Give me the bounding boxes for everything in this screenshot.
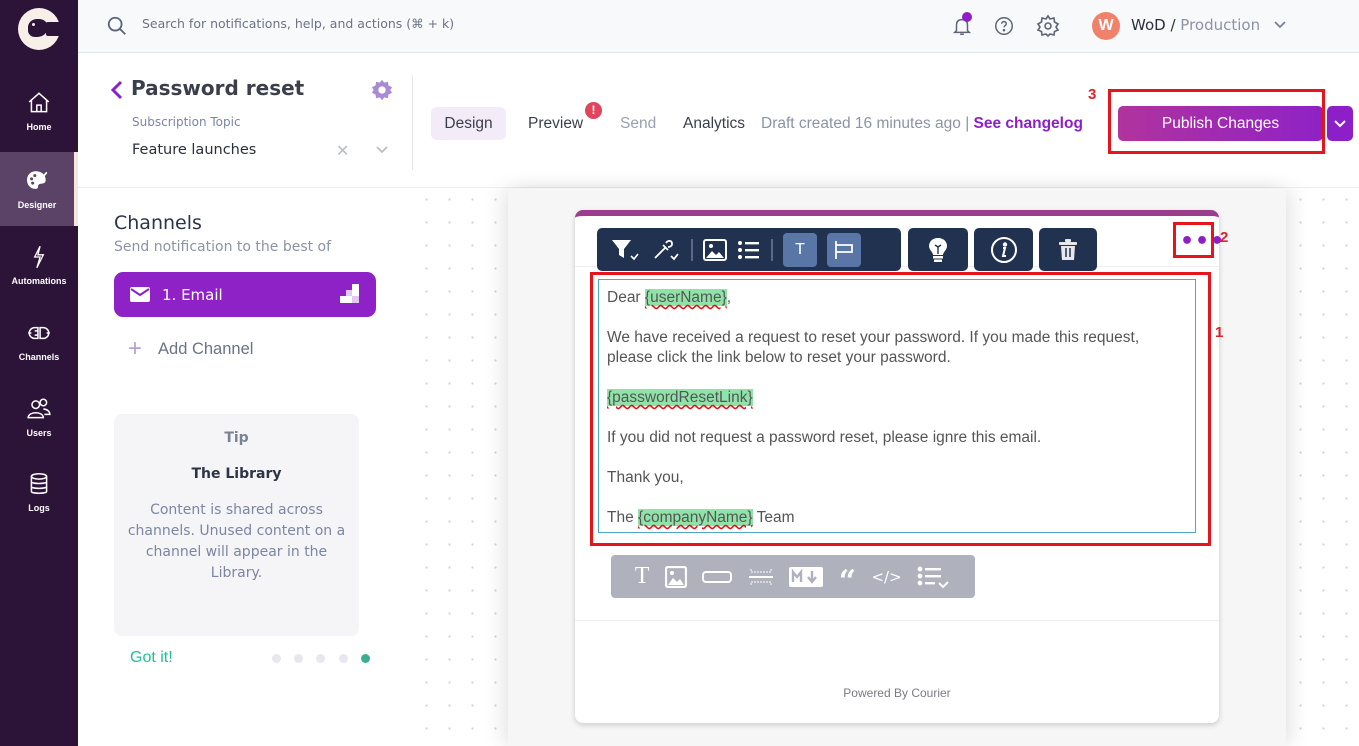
plus-icon: + — [128, 335, 143, 362]
channels-subtitle: Send notification to the best of — [114, 239, 332, 255]
search-input[interactable] — [142, 16, 542, 31]
tip-page-dot-active[interactable] — [361, 654, 370, 663]
nav-item-automations[interactable]: Automations — [0, 228, 78, 302]
divider-block-icon[interactable] — [748, 566, 774, 588]
trash-icon — [1059, 238, 1077, 260]
subscription-topic-label: Subscription Topic — [132, 115, 241, 129]
align-left-block-icon — [835, 240, 853, 259]
workspace-switcher[interactable]: WoD / Production — [1131, 16, 1260, 34]
got-it-button[interactable]: Got it! — [130, 649, 173, 667]
help-icon[interactable] — [993, 15, 1015, 37]
text-icon: T — [795, 240, 805, 258]
courier-logo[interactable] — [18, 8, 62, 50]
eyedropper-icon[interactable] — [651, 238, 681, 262]
channel-email-label: 1. Email — [162, 285, 223, 304]
publish-options-button[interactable] — [1327, 106, 1353, 141]
chevron-down-icon[interactable] — [1273, 19, 1287, 31]
tip-page-dot[interactable] — [339, 654, 348, 663]
align-button[interactable] — [827, 232, 861, 267]
plug-icon — [28, 326, 50, 340]
chevron-down-icon — [1334, 119, 1346, 127]
lightbulb-icon — [929, 237, 947, 262]
channel-email[interactable]: 1. Email — [114, 272, 376, 317]
tip-title: The Library — [191, 466, 282, 482]
tip-page-dot[interactable] — [272, 654, 281, 663]
image-icon[interactable] — [703, 238, 727, 261]
mail-icon — [130, 287, 150, 302]
toolbar-separator — [771, 238, 773, 261]
draft-status: Draft created 16 minutes ago | See chang… — [761, 115, 1083, 132]
palette-icon — [27, 171, 48, 189]
left-nav: Home Designer Automations Channels Users… — [0, 0, 78, 746]
nav-item-designer[interactable]: Designer — [0, 152, 78, 226]
button-block-icon[interactable] — [702, 570, 733, 584]
add-block-toolbar: T “ </> — [611, 555, 975, 598]
see-changelog-link[interactable]: See changelog — [974, 115, 1083, 132]
list-block-icon[interactable] — [917, 565, 951, 589]
tab-analytics[interactable]: Analytics — [683, 107, 745, 140]
annotation-box-1 — [590, 272, 1211, 546]
tip-card: Tip The Library Content is shared across… — [114, 414, 359, 636]
nav-item-logs[interactable]: Logs — [0, 455, 78, 529]
clear-topic-icon[interactable]: ✕ — [336, 141, 349, 160]
header-divider — [412, 75, 413, 170]
notification-dot — [962, 12, 972, 22]
tip-page-dot[interactable] — [316, 654, 325, 663]
avatar[interactable]: W — [1092, 12, 1120, 40]
settings-gear-icon[interactable] — [1036, 14, 1060, 38]
add-channel-button[interactable]: + Add Channel — [128, 335, 253, 363]
card-footer-divider — [575, 620, 1219, 621]
database-icon — [30, 472, 48, 494]
preview-warning-badge: ! — [585, 102, 602, 119]
workspace-name: WoD — [1131, 16, 1166, 34]
nav-item-users[interactable]: Users — [0, 380, 78, 454]
search-icon — [107, 16, 126, 35]
environment-name: Production — [1180, 16, 1261, 34]
markdown-block-icon[interactable] — [789, 566, 824, 587]
image-block-icon[interactable] — [664, 565, 687, 588]
nav-item-channels[interactable]: Channels — [0, 304, 78, 378]
tip-body: Content is shared across channels. Unuse… — [127, 502, 346, 581]
powered-by-courier: Powered By Courier — [843, 686, 951, 700]
info-icon — [990, 236, 1017, 263]
home-icon — [28, 92, 50, 113]
chevron-down-icon[interactable] — [375, 145, 389, 155]
text-block-toolbar: T — [597, 228, 901, 271]
tab-design[interactable]: Design — [431, 107, 506, 140]
info-button[interactable] — [974, 228, 1033, 271]
tab-preview[interactable]: Preview — [528, 107, 583, 140]
users-icon — [27, 398, 51, 419]
suggestions-button[interactable] — [908, 228, 968, 271]
tip-page-dot[interactable] — [294, 654, 303, 663]
lightning-icon — [33, 245, 45, 269]
annotation-3: 3 — [1088, 86, 1097, 103]
annotation-2: 2 — [1220, 229, 1229, 246]
annotation-box-2 — [1173, 222, 1214, 258]
text-style-button[interactable]: T — [783, 232, 817, 267]
tab-send[interactable]: Send — [620, 107, 656, 140]
channels-title: Channels — [114, 212, 202, 234]
page-title: Password reset — [131, 76, 305, 100]
quote-block-icon[interactable]: “ — [839, 566, 856, 596]
drag-handle-icon[interactable] — [340, 284, 360, 304]
filter-conditions-icon[interactable] — [611, 238, 641, 262]
subscription-topic-select[interactable]: Feature launches — [132, 142, 256, 158]
nav-item-home[interactable]: Home — [0, 74, 78, 148]
tip-heading: Tip — [224, 430, 249, 446]
toolbar-separator — [691, 238, 693, 261]
template-settings-icon[interactable] — [371, 79, 393, 101]
text-block-icon[interactable]: T — [635, 563, 650, 590]
annotation-box-3 — [1108, 89, 1325, 154]
delete-button[interactable] — [1039, 228, 1097, 271]
back-chevron-icon[interactable] — [110, 80, 124, 100]
code-block-icon[interactable]: </> — [871, 568, 901, 586]
annotation-1: 1 — [1215, 324, 1224, 341]
list-icon[interactable] — [737, 239, 761, 261]
